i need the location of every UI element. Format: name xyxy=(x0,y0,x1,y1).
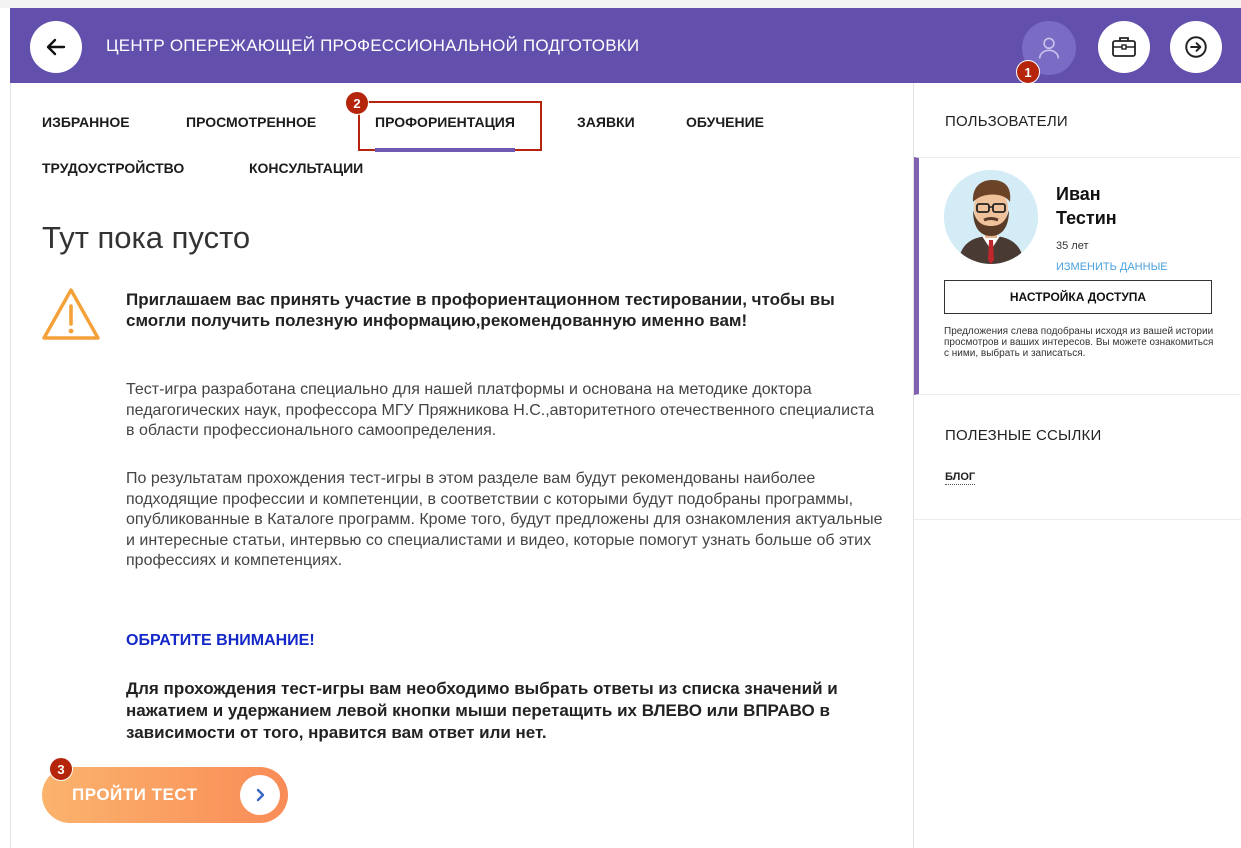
invitation-lead: Приглашаем вас принять участие в профори… xyxy=(126,290,835,330)
arrow-left-icon xyxy=(46,38,66,56)
attention-heading: ОБРАТИТЕ ВНИМАНИЕ! xyxy=(126,632,315,649)
take-test-button[interactable]: ПРОЙТИ ТЕСТ xyxy=(42,767,288,823)
marker-badge-3: 3 xyxy=(49,757,73,781)
app-header: ЦЕНТР ОПЕРЕЖАЮЩЕЙ ПРОФЕССИОНАЛЬНОЙ ПОДГО… xyxy=(10,8,1241,83)
user-name: Иван Тестин xyxy=(1056,182,1166,230)
back-button[interactable] xyxy=(30,21,82,73)
user-first-name: Иван xyxy=(1056,184,1101,204)
useful-links-heading: ПОЛЕЗНЫЕ ССЫЛКИ xyxy=(945,427,1102,444)
logout-icon xyxy=(1185,36,1207,58)
tab-applications[interactable]: ЗАЯВКИ xyxy=(577,114,635,130)
warning-icon xyxy=(42,288,100,340)
useful-links-section: ПОЛЕЗНЫЕ ССЫЛКИ БЛОГ xyxy=(914,395,1241,520)
recommendations-note: Предложения слева подобраны исходя из ва… xyxy=(944,326,1214,359)
marker-badge-1: 1 xyxy=(1016,60,1040,84)
tab-favorites[interactable]: ИЗБРАННОЕ xyxy=(42,114,130,130)
right-sidebar: ПОЛЬЗОВАТЕЛИ Иван Тестин 35 лет ИЗМЕНИТЬ… xyxy=(913,83,1241,848)
empty-state-title: Тут пока пусто xyxy=(42,220,251,255)
user-icon xyxy=(1038,37,1060,59)
user-age: 35 лет xyxy=(1056,240,1089,252)
take-test-label: ПРОЙТИ ТЕСТ xyxy=(72,785,198,804)
logout-button[interactable] xyxy=(1170,21,1222,73)
header-title: ЦЕНТР ОПЕРЕЖАЮЩЕЙ ПРОФЕССИОНАЛЬНОЙ ПОДГО… xyxy=(106,36,640,55)
chevron-right-icon xyxy=(240,775,280,815)
blog-link[interactable]: БЛОГ xyxy=(945,471,976,485)
marker-badge-2: 2 xyxy=(345,91,369,115)
left-border xyxy=(10,83,11,848)
description-paragraph-1: Тест-игра разработана специально для наш… xyxy=(126,381,875,439)
portfolio-button[interactable] xyxy=(1098,21,1150,73)
user-card: Иван Тестин 35 лет ИЗМЕНИТЬ ДАННЫЕ НАСТР… xyxy=(914,157,1241,395)
users-heading: ПОЛЬЗОВАТЕЛИ xyxy=(945,113,1068,130)
tab-employment[interactable]: ТРУДОУСТРОЙСТВО xyxy=(42,160,184,176)
top-strip xyxy=(0,0,1241,8)
tab-viewed[interactable]: ПРОСМОТРЕННОЕ xyxy=(186,114,316,130)
access-settings-button[interactable]: НАСТРОЙКА ДОСТУПА xyxy=(944,280,1212,314)
instruction-text: Для прохождения тест-игры вам необходимо… xyxy=(126,679,838,742)
tab-education[interactable]: ОБУЧЕНИЕ xyxy=(686,114,764,130)
avatar xyxy=(944,170,1038,264)
user-last-name: Тестин xyxy=(1056,208,1117,228)
description-paragraph-2: По результатам прохождения тест-игры в э… xyxy=(126,470,883,569)
tab-consultations[interactable]: КОНСУЛЬТАЦИИ xyxy=(249,160,363,176)
briefcase-icon xyxy=(1112,37,1136,57)
tab-career-guidance[interactable]: ПРОФОРИЕНТАЦИЯ xyxy=(375,114,515,152)
edit-profile-link[interactable]: ИЗМЕНИТЬ ДАННЫЕ xyxy=(1056,261,1168,273)
